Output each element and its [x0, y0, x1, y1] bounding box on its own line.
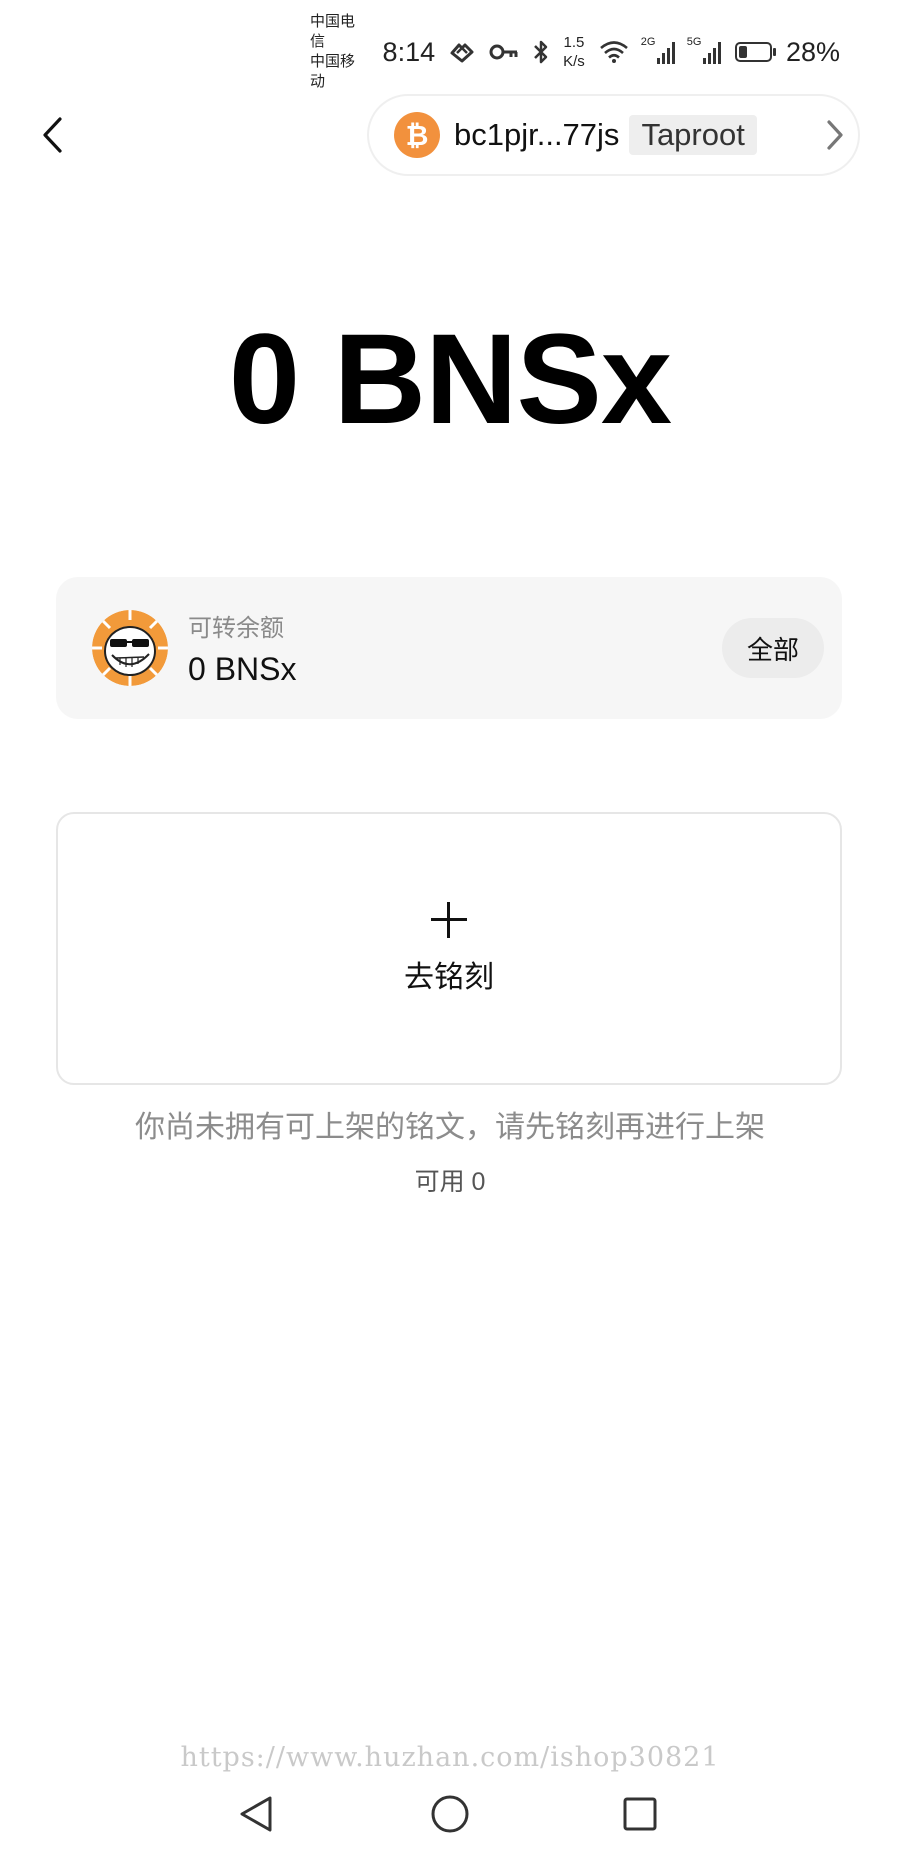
system-nav-bar — [0, 1784, 900, 1840]
battery-percent: 28% — [785, 36, 840, 67]
wallet-address: bc1pjr...77js — [454, 117, 620, 152]
nav-home-button[interactable] — [426, 1790, 474, 1838]
inscribe-button[interactable]: 去铭刻 — [56, 812, 842, 1085]
status-bar: 中国电信 中国移动 8:14 1.5 K/s 2G 5G 28% — [310, 13, 840, 90]
transferable-label: 可转余额 — [188, 615, 284, 642]
health-icon — [449, 41, 475, 63]
wifi-icon — [599, 40, 629, 64]
bitcoin-icon: ₿ — [394, 112, 440, 158]
carrier-info: 中国电信 中国移动 — [310, 12, 369, 92]
nav-recents-button[interactable] — [616, 1790, 664, 1838]
transferable-value: 0 BNSx — [188, 651, 297, 687]
watermark: https://www.huzhan.com/ishop30821 — [180, 1742, 720, 1773]
square-recents-icon — [623, 1797, 657, 1831]
circle-home-icon — [431, 1795, 469, 1833]
signal-2-label: 5G — [686, 36, 702, 48]
inscribe-label: 去铭刻 — [404, 960, 494, 994]
vpn-key-icon — [489, 43, 519, 61]
carrier-1: 中国电信 — [310, 13, 356, 50]
total-balance: 0 BNSx — [228, 308, 672, 451]
token-avatar — [92, 610, 168, 686]
all-button[interactable]: 全部 — [722, 618, 824, 678]
signal-1-label: 2G — [640, 36, 656, 48]
transferable-balance-card: 可转余额 0 BNSx 全部 — [56, 577, 842, 719]
battery-icon — [734, 42, 777, 62]
chevron-left-icon — [43, 117, 62, 153]
bluetooth-icon — [533, 39, 549, 65]
back-button[interactable] — [30, 108, 74, 162]
carrier-2: 中国移动 — [310, 53, 356, 90]
screen: 中国电信 中国移动 8:14 1.5 K/s 2G 5G 28% ₿ bc1pj… — [0, 0, 900, 1856]
network-speed-value: 1.5 — [563, 34, 585, 51]
nav-back-button[interactable] — [232, 1790, 280, 1838]
plus-icon — [431, 901, 467, 938]
signal-icon-2: 5G — [687, 36, 721, 64]
chevron-right-icon — [826, 119, 844, 151]
network-speed: 1.5 K/s — [563, 33, 585, 71]
status-time: 8:14 — [382, 36, 436, 67]
address-type-badge: Taproot — [629, 115, 757, 155]
available-count: 可用 0 — [414, 1168, 486, 1196]
triangle-back-icon — [240, 1796, 272, 1832]
wallet-address-selector[interactable]: ₿ bc1pjr...77js Taproot — [367, 94, 860, 176]
network-speed-unit: K/s — [563, 53, 585, 70]
empty-hint: 你尚未拥有可上架的铭文，请先铭刻再进行上架 — [135, 1111, 765, 1144]
signal-icon-1: 2G — [641, 36, 675, 64]
